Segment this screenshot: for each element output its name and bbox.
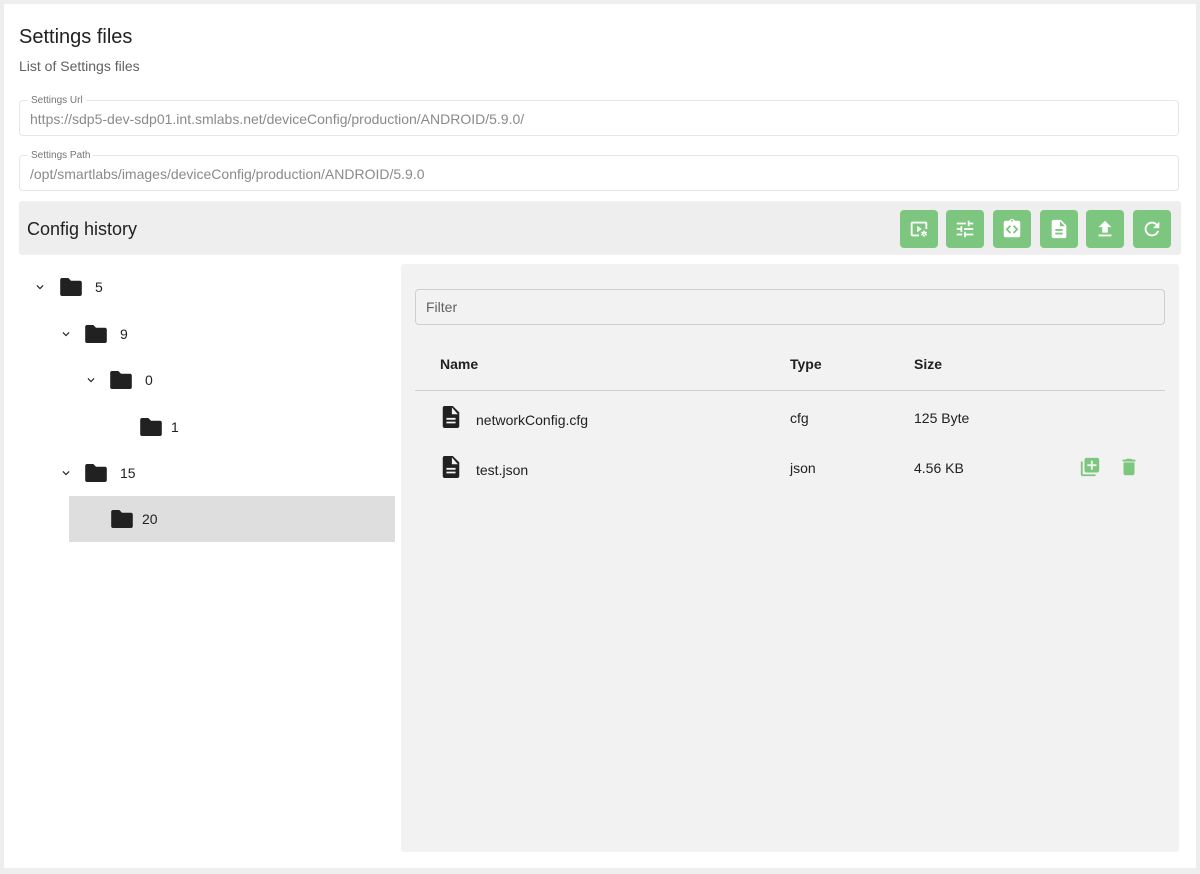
column-header-name[interactable]: Name [440,356,478,372]
settings-path-label: Settings Path [28,150,94,162]
tree-node-label: 0 [145,372,153,388]
table-row[interactable]: test.json json 4.56 KB [415,454,1165,498]
chevron-down-icon[interactable] [56,463,76,483]
folder-icon [110,371,132,389]
file-name[interactable]: networkConfig.cfg [476,412,588,428]
config-tree: 5 9 0 1 15 20 [19,264,399,854]
file-type: json [790,460,816,476]
page-subtitle: List of Settings files [19,58,140,74]
tree-node-0[interactable]: 0 [19,357,399,403]
tree-node-label: 5 [95,279,103,295]
page-title: Settings files [19,26,133,48]
chevron-down-icon[interactable] [30,277,50,297]
tune-button[interactable] [946,210,984,248]
tree-node-1[interactable]: 1 [19,404,399,450]
file-size: 4.56 KB [914,460,964,476]
file-icon [442,456,460,478]
video-settings-button[interactable] [900,210,938,248]
tune-icon [956,220,974,238]
files-panel: Name Type Size networkConfig.cfg cfg 125… [401,264,1179,852]
chevron-down-icon[interactable] [56,324,76,344]
refresh-button[interactable] [1133,210,1171,248]
table-row[interactable]: networkConfig.cfg cfg 125 Byte [415,404,1165,448]
folder-icon [140,418,162,436]
settings-url-field[interactable]: Settings Url https://sdp5-dev-sdp01.int.… [19,95,1179,136]
folder-icon [85,464,107,482]
settings-path-value: /opt/smartlabs/images/deviceConfig/produ… [30,166,425,182]
config-history-title: Config history [27,219,138,239]
folder-icon [85,325,107,343]
upload-button[interactable] [1086,210,1124,248]
code-clipboard-icon [1003,218,1021,238]
tree-node-9[interactable]: 9 [19,311,399,357]
tree-node-15[interactable]: 15 [19,450,399,496]
chevron-down-icon[interactable] [81,370,101,390]
document-button[interactable] [1040,210,1078,248]
settings-url-value: https://sdp5-dev-sdp01.int.smlabs.net/de… [30,111,525,127]
copy-file-icon[interactable] [1079,456,1101,478]
refresh-icon [1144,221,1160,237]
upload-icon [1098,220,1112,237]
tree-node-label: 1 [171,419,179,435]
code-clipboard-button[interactable] [993,210,1031,248]
file-type: cfg [790,410,809,426]
file-icon [442,406,460,428]
column-header-type[interactable]: Type [790,356,822,372]
settings-files-card: Settings files List of Settings files Se… [4,4,1196,868]
folder-icon [60,278,82,296]
settings-path-field[interactable]: Settings Path /opt/smartlabs/images/devi… [19,150,1179,191]
table-header-divider [415,390,1165,391]
folder-icon [111,510,133,528]
filter-input[interactable] [416,290,1164,324]
tree-node-label: 9 [120,326,128,342]
tree-node-label: 15 [120,465,136,481]
file-size: 125 Byte [914,410,970,426]
document-icon [1051,219,1067,239]
video-settings-icon [910,221,928,237]
config-history-header: Config history [19,201,1181,255]
tree-node-label: 20 [142,511,158,527]
column-header-size[interactable]: Size [914,356,942,372]
delete-icon[interactable] [1118,456,1140,478]
filter-field[interactable] [415,289,1165,325]
tree-node-20[interactable]: 20 [69,496,395,542]
tree-node-5[interactable]: 5 [19,264,399,310]
settings-url-label: Settings Url [28,95,86,107]
file-name[interactable]: test.json [476,462,528,478]
